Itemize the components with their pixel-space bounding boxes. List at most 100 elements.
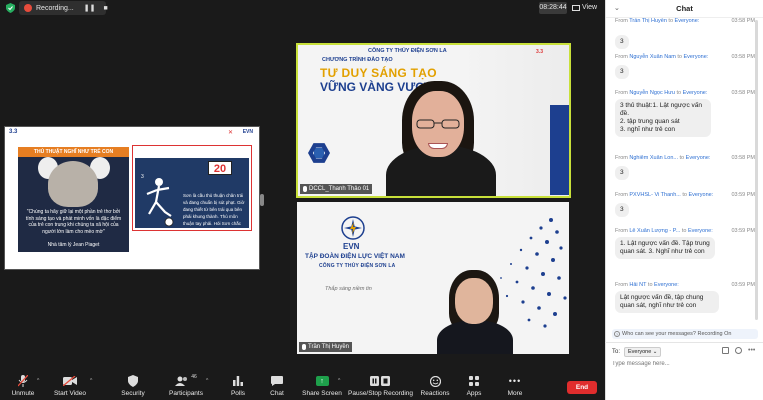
chat-message: From PXVHSL- Vi Thanh... to Everyone: 03…: [615, 192, 760, 217]
stop-icon[interactable]: ■: [103, 5, 107, 12]
evn-brand-text: EVN: [343, 242, 360, 251]
chat-button[interactable]: Chat: [264, 374, 290, 397]
background-slogan-text: Thắp sáng niềm tin: [325, 286, 372, 292]
pause-stop-recording-label: Pause/Stop Recording: [348, 390, 414, 397]
more-label: More: [507, 390, 523, 397]
participants-label: Participants: [169, 390, 203, 397]
emoji-icon[interactable]: [735, 347, 742, 354]
chat-scrollbar[interactable]: [755, 20, 758, 320]
chat-bubble-icon: [264, 374, 290, 388]
reactions-button[interactable]: Reactions: [420, 374, 450, 397]
from-label: From: [615, 18, 628, 24]
recipient-select[interactable]: Everyone ⌄: [624, 347, 662, 357]
from-label: From: [615, 228, 628, 234]
participant-name-tag: DCCL_Thanh Thảo 01: [300, 184, 373, 194]
recipient-name: Everyone:: [685, 155, 711, 161]
polls-button[interactable]: Polls: [225, 374, 251, 397]
participants-button[interactable]: 46 Participants: [166, 374, 206, 397]
message-meta: From Nguyễn Xuân Nam to Everyone: 03:58 …: [615, 54, 755, 60]
to-label: to: [668, 18, 674, 24]
video-off-icon: [50, 374, 90, 388]
file-icon[interactable]: [722, 347, 729, 354]
meeting-toolbar: Unmute ^ Start Video ^ Security 46 Parti…: [0, 372, 605, 400]
participant-name-tag: Trần Thị Huyền: [299, 342, 353, 352]
slide-question: Sơn là cầu thủ thuận chân trái và đang c…: [183, 193, 245, 231]
top-bar: Recording... ❚❚ ■ 08:28:44 View: [0, 0, 605, 16]
sender-name[interactable]: Trần Thị Huyền: [629, 18, 667, 24]
sender-name[interactable]: Nghiêm Xuân Lon...: [629, 155, 678, 161]
more-dots-icon[interactable]: •••: [748, 347, 755, 354]
chat-message: From Nguyễn Ngọc Hưu to Everyone: 03:58 …: [615, 90, 760, 137]
shield-icon: [118, 374, 148, 388]
start-video-button[interactable]: Start Video: [50, 374, 90, 397]
chat-label: Chat: [270, 390, 284, 397]
glasses-icon: [416, 119, 460, 129]
security-button[interactable]: Security: [118, 374, 148, 397]
to-label: to: [681, 228, 687, 234]
background-company-text: CÔNG TY THỦY ĐIỆN SƠN LA: [368, 48, 447, 54]
participants-count: 46: [191, 374, 197, 380]
from-label: From: [615, 282, 628, 288]
recipient-name: Everyone:: [687, 228, 713, 234]
chat-message: From Hải NT to Everyone: 03:59 PM Lật ng…: [615, 282, 760, 313]
share-resize-handle[interactable]: [260, 194, 264, 206]
chat-message-list[interactable]: From Trần Thị Huyền to Everyone: 03:58 P…: [606, 18, 763, 326]
reactions-label: Reactions: [420, 390, 450, 397]
video-options-chevron-icon[interactable]: ^: [90, 378, 92, 384]
microphone-icon: [303, 186, 307, 192]
share-options-chevron-icon[interactable]: ^: [338, 378, 340, 384]
slide-left-heading: THỦ THUẬT NGHĨ NHƯ TRẺ CON: [18, 147, 129, 157]
video-tile-active-speaker[interactable]: CÔNG TY THỦY ĐIỆN SƠN LA 3.3 CHƯƠNG TRÌN…: [296, 43, 571, 198]
video-tile-participant[interactable]: EVN TẬP ĐOÀN ĐIỆN LỰC VIỆT NAM CÔNG TY T…: [297, 202, 569, 354]
more-button[interactable]: ••• More: [502, 374, 528, 397]
participant-face: [455, 278, 493, 324]
shared-screen[interactable]: 3.3 ✕ EVN THỦ THUẬT NGHĨ NHƯ TRẺ CON "Ch…: [4, 126, 260, 270]
share-screen-button[interactable]: ↑ Share Screen: [302, 374, 342, 397]
chat-message: From Trần Thị Huyền to Everyone: 03:58 P…: [615, 18, 760, 24]
to-label: to: [676, 90, 682, 96]
sender-name[interactable]: Nguyễn Ngọc Hưu: [629, 90, 675, 96]
sender-name[interactable]: Lê Xuân Lượng - P...: [629, 228, 680, 234]
message-meta: From Trần Thị Huyền to Everyone: 03:58 P…: [615, 18, 755, 24]
microphone-muted-icon: [8, 374, 38, 388]
security-label: Security: [121, 390, 145, 397]
privacy-notice[interactable]: Who can see your messages? Recording On: [612, 329, 758, 339]
chat-message-input[interactable]: [612, 361, 752, 367]
polls-icon: [225, 374, 251, 388]
close-icon: ✕: [227, 130, 233, 136]
pause-icon[interactable]: ❚❚: [84, 4, 96, 12]
share-logo: 3.3: [9, 129, 18, 135]
sender-name[interactable]: Hải NT: [629, 282, 646, 288]
message-time: 03:59 PM: [731, 192, 755, 198]
sender-name[interactable]: PXVHSL- Vi Thanh...: [629, 192, 680, 198]
message-bubble: Lật ngược vấn đề, tập chung quan sát, ng…: [615, 291, 719, 313]
message-bubble: 1. Lật ngược vấn đề. Tập trung quan sát.…: [615, 237, 715, 259]
message-time: 03:58 PM: [731, 18, 755, 24]
participants-icon: 46: [166, 374, 206, 388]
message-time: 03:58 PM: [731, 155, 755, 161]
slide-right-panel: 3 20 Sơn là cầu thủ thuận chân trái và đ…: [132, 145, 252, 231]
share-screen-label: Share Screen: [302, 390, 342, 397]
end-meeting-button[interactable]: End: [567, 381, 597, 394]
pause-stop-recording-button[interactable]: Pause/Stop Recording: [348, 374, 414, 397]
background-group-text: TẬP ĐOÀN ĐIỆN LỰC VIỆT NAM: [305, 253, 405, 260]
apps-label: Apps: [466, 390, 482, 397]
recipient-value: Everyone: [628, 349, 652, 355]
recording-indicator: Recording... ❚❚ ■: [19, 1, 108, 15]
recipient-name: Everyone:: [654, 282, 679, 288]
unmute-options-chevron-icon[interactable]: ^: [37, 378, 39, 384]
sender-name[interactable]: Nguyễn Xuân Nam: [629, 54, 675, 60]
participant-name: DCCL_Thanh Thảo 01: [309, 186, 370, 192]
from-label: From: [615, 90, 628, 96]
apps-button[interactable]: Apps: [461, 374, 487, 397]
share-screen-icon: ↑: [315, 376, 329, 386]
chevron-down-icon[interactable]: ⌄: [614, 4, 620, 12]
chat-actions: •••: [722, 347, 755, 354]
apps-icon: [461, 374, 487, 388]
message-time: 03:58 PM: [731, 90, 755, 96]
unmute-button[interactable]: Unmute: [8, 374, 38, 397]
participants-options-chevron-icon[interactable]: ^: [206, 378, 208, 384]
message-meta: From Nghiêm Xuân Lon... to Everyone: 03:…: [615, 155, 755, 161]
view-button[interactable]: View: [572, 2, 602, 14]
recording-dot-icon: [24, 4, 32, 12]
